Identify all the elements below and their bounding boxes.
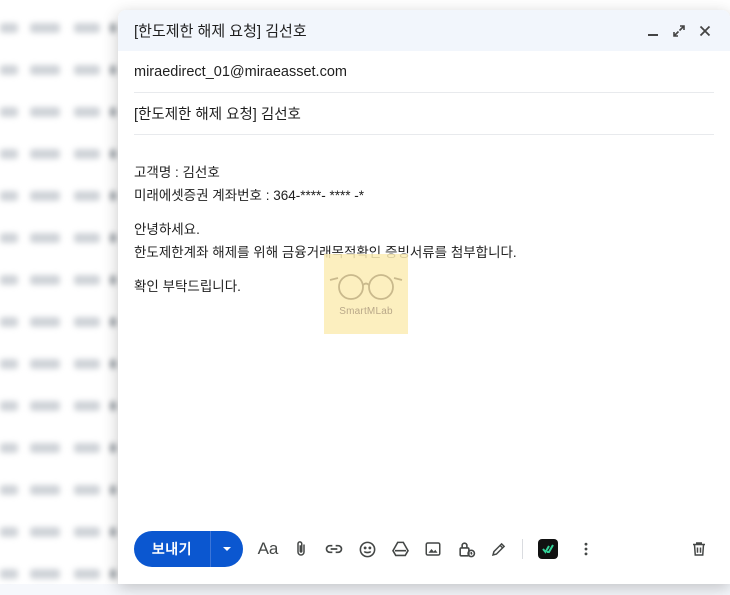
list-item: [0, 217, 118, 259]
list-item: [0, 343, 118, 385]
close-icon[interactable]: [694, 20, 716, 42]
list-item: [0, 259, 118, 301]
list-item: [0, 175, 118, 217]
compose-toolbar: 보내기 Aa: [118, 514, 730, 584]
list-item: [0, 469, 118, 511]
minimize-icon[interactable]: [642, 20, 664, 42]
body-line-account: 미래에셋증권 계좌번호 : 364-****- **** -*: [134, 188, 364, 203]
paperclip-icon[interactable]: [290, 538, 312, 560]
glasses-icon: [329, 273, 403, 300]
format-label: Aa: [257, 539, 279, 558]
send-button[interactable]: 보내기: [134, 531, 210, 567]
toolbar-divider: [522, 539, 523, 559]
drive-icon[interactable]: [389, 538, 411, 560]
body-line-customer: 고객명 : 김선호: [134, 165, 220, 180]
compose-window: [한도제한 해제 요청] 김선호 miraedirect_01@miraeass…: [118, 10, 730, 584]
lock-clock-icon[interactable]: [455, 538, 477, 560]
list-item: [0, 553, 118, 595]
compose-header[interactable]: [한도제한 해제 요청] 김선호: [118, 10, 730, 51]
list-item: [0, 385, 118, 427]
link-icon[interactable]: [323, 538, 345, 560]
pen-icon[interactable]: [488, 538, 510, 560]
send-button-group: 보내기: [134, 531, 243, 567]
to-field[interactable]: miraedirect_01@miraeasset.com: [134, 51, 714, 93]
list-item: [0, 427, 118, 469]
chevron-down-icon[interactable]: [211, 531, 243, 567]
message-body[interactable]: 고객명 : 김선호 미래에셋증권 계좌번호 : 364-****- **** -…: [118, 135, 730, 298]
image-icon[interactable]: [422, 538, 444, 560]
checkmark-extension-icon[interactable]: [537, 538, 559, 560]
watermark-text: SmartMLab: [339, 305, 393, 317]
body-line-greeting: 안녕하세요.: [134, 222, 200, 237]
format-text-button[interactable]: Aa: [257, 538, 279, 560]
compose-title: [한도제한 해제 요청] 김선호: [134, 23, 307, 40]
list-item: [0, 301, 118, 343]
list-item: [0, 49, 118, 91]
expand-icon[interactable]: [668, 20, 690, 42]
list-item: [0, 511, 118, 553]
list-item: [0, 91, 118, 133]
more-vert-icon[interactable]: [575, 538, 597, 560]
watermark: SmartMLab: [324, 254, 408, 334]
list-item: [0, 7, 118, 49]
list-item: [0, 133, 118, 175]
emoji-icon[interactable]: [356, 538, 378, 560]
subject-field[interactable]: [한도제한 해제 요청] 김선호: [134, 93, 714, 135]
trash-icon[interactable]: [688, 538, 710, 560]
body-line-request: 한도제한계좌 해제를 위해 금융거래목적확인 증빙서류를 첨부합니다.: [134, 245, 517, 260]
body-line-closing: 확인 부탁드립니다.: [134, 279, 241, 294]
